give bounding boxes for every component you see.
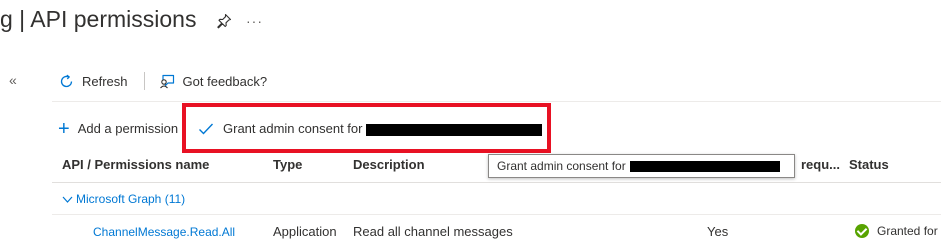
plus-icon: + [58, 117, 70, 140]
add-permission-label: Add a permission [77, 121, 179, 136]
column-header-admin-required[interactable]: requ... [801, 157, 840, 172]
permission-type: Application [273, 224, 337, 239]
granted-check-icon [855, 224, 869, 238]
pin-icon[interactable] [216, 13, 232, 29]
checkmark-icon [199, 123, 214, 135]
refresh-icon [60, 74, 73, 87]
feedback-icon [159, 74, 174, 88]
toolbar-divider [143, 72, 145, 90]
column-header-status[interactable]: Status [849, 157, 889, 172]
double-chevron-left-icon[interactable]: « [9, 72, 17, 88]
api-group-toggle[interactable]: Microsoft Graph (11) [62, 192, 185, 206]
toolbar: Refresh Got feedback? [58, 72, 267, 90]
grant-consent-label: Grant admin consent for [223, 121, 363, 136]
column-header-type[interactable]: Type [273, 157, 302, 172]
status-cell: Granted for [855, 224, 938, 238]
header-divider-line [52, 182, 941, 183]
tooltip-text: Grant admin consent for [497, 159, 626, 173]
admin-required-value: Yes [707, 224, 729, 239]
redacted-tenant-name [630, 161, 780, 172]
more-icon[interactable]: ··· [246, 13, 263, 29]
feedback-label: Got feedback? [182, 73, 268, 89]
group-divider-line [52, 214, 941, 215]
column-header-description[interactable]: Description [353, 157, 425, 172]
column-header-name[interactable]: API / Permissions name [62, 157, 209, 172]
title-actions: ··· [216, 13, 263, 29]
table-header: API / Permissions name Type Description … [0, 157, 941, 183]
permission-name-link[interactable]: ChannelMessage.Read.All [93, 225, 235, 239]
table-row: ChannelMessage.Read.All Application Read… [0, 223, 941, 243]
grant-consent-tooltip: Grant admin consent for [488, 154, 795, 178]
grant-admin-consent-button[interactable]: Grant admin consent for [198, 121, 362, 136]
api-permissions-page: g | API permissions ··· « Refresh Got fe… [0, 0, 941, 244]
api-group-label: Microsoft Graph (11) [76, 192, 186, 206]
add-permission-button[interactable]: + Add a permission [58, 117, 179, 140]
toolbar-divider-line [52, 101, 941, 102]
permission-description: Read all channel messages [353, 224, 513, 239]
page-title: g | API permissions [0, 6, 197, 32]
permission-actions: + Add a permission [58, 117, 179, 140]
redacted-tenant-name [366, 124, 542, 136]
chevron-down-icon [62, 196, 73, 203]
feedback-button[interactable]: Got feedback? [159, 73, 268, 90]
refresh-label: Refresh [82, 73, 128, 89]
status-text: Granted for [877, 224, 938, 238]
refresh-button[interactable]: Refresh [58, 73, 128, 90]
